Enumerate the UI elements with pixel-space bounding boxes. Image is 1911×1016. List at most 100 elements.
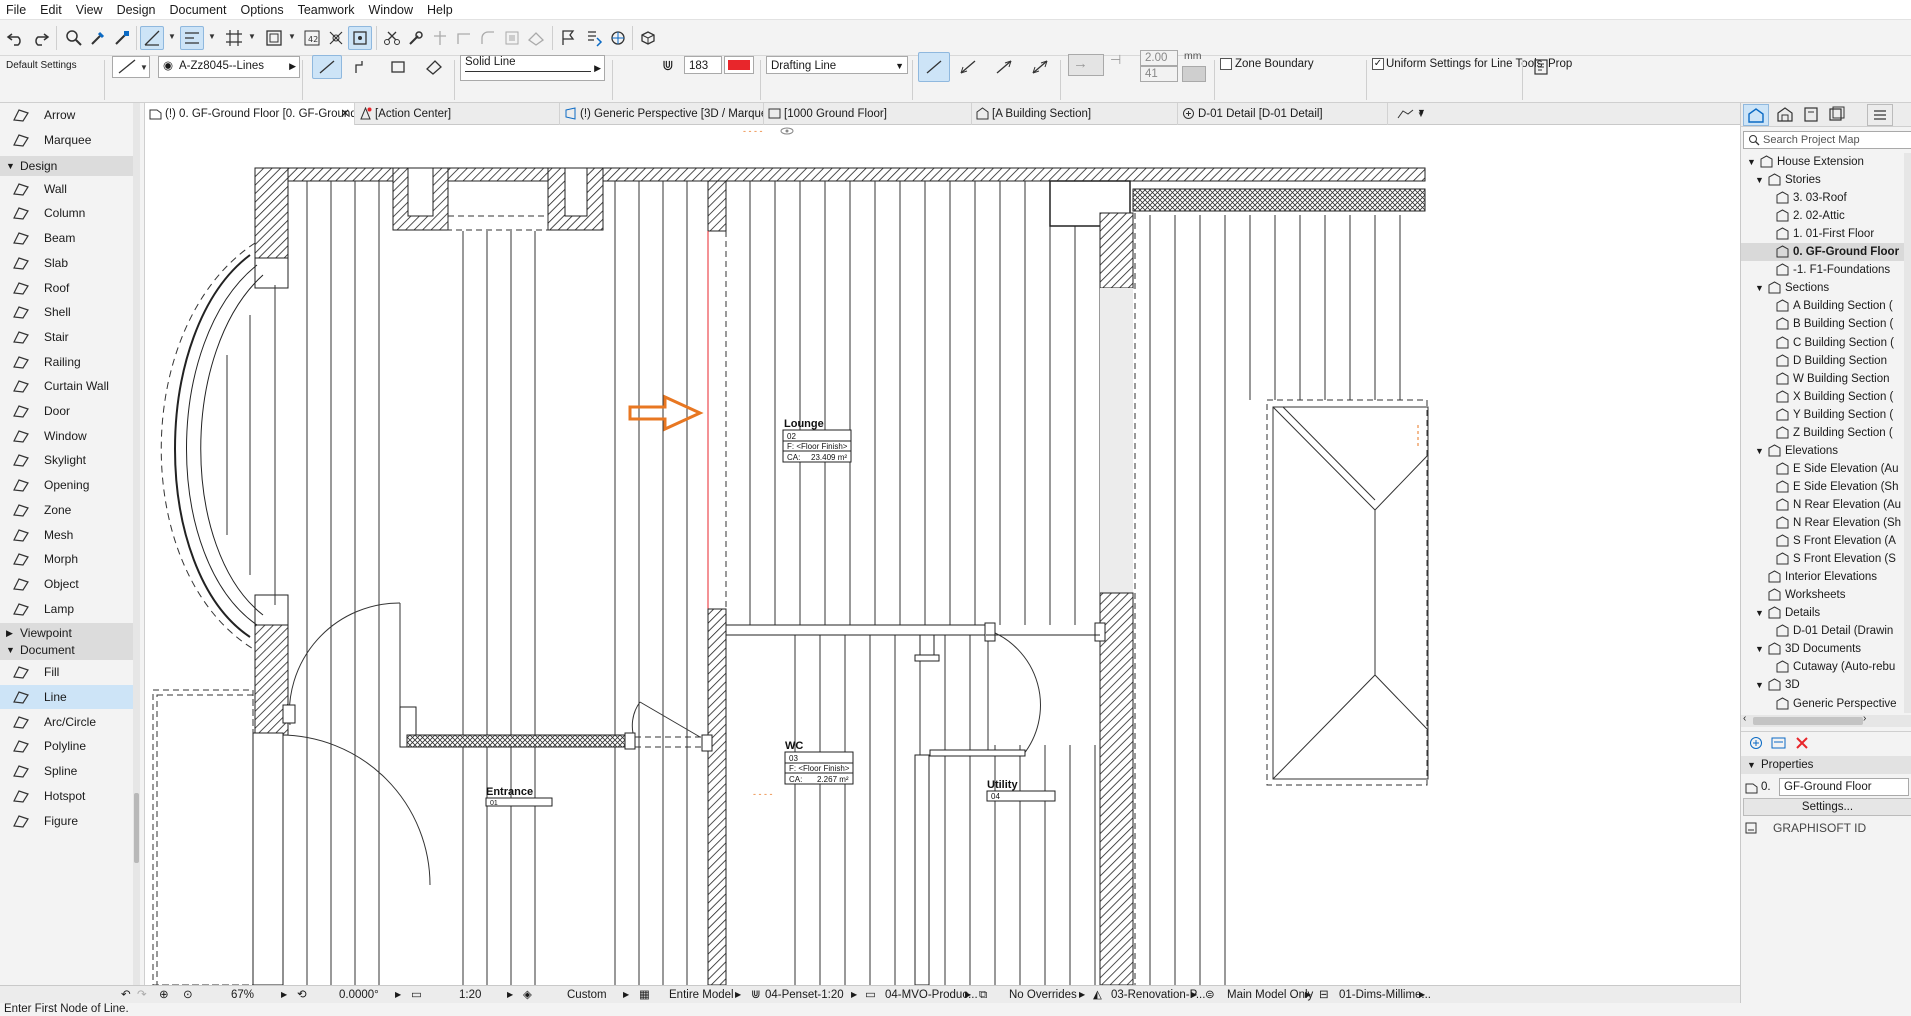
zone-boundary-checkbox[interactable] <box>1220 58 1232 70</box>
tool-hotspot[interactable]: Hotspot <box>0 784 140 809</box>
tool-lamp[interactable]: Lamp <box>0 596 140 621</box>
navigator-item[interactable]: Cutaway (Auto-rebu <box>1741 658 1911 676</box>
tab-action-center[interactable]: [Action Center] <box>355 103 560 125</box>
menu-edit[interactable]: Edit <box>33 0 69 20</box>
collapse-arrow-icon[interactable]: ▼ <box>1747 153 1756 171</box>
tab-history-button[interactable]: ▼ <box>1395 105 1435 123</box>
adjust-button[interactable] <box>404 26 428 50</box>
navigator-item[interactable]: E Side Elevation (Sh <box>1741 478 1911 496</box>
collapse-arrow-icon[interactable]: ▼ <box>1755 279 1764 297</box>
tool-arrow[interactable]: Arrow <box>0 103 140 128</box>
redo-button[interactable] <box>28 26 52 50</box>
scroll-left-arrow[interactable]: ‹ <box>1743 713 1746 724</box>
tool-curtain-wall[interactable]: Curtain Wall <box>0 374 140 399</box>
group-document[interactable]: ▼ Document <box>0 640 140 660</box>
navigator-item[interactable]: ▼ Stories <box>1741 171 1911 189</box>
tool-column[interactable]: Column <box>0 201 140 226</box>
magic-wand-button[interactable] <box>348 26 372 50</box>
tree-horizontal-scrollbar[interactable]: ‹ › <box>1741 713 1911 727</box>
split-button[interactable] <box>380 26 404 50</box>
cursor-snap-button[interactable] <box>324 26 348 50</box>
menu-view[interactable]: View <box>69 0 110 20</box>
navigator-item[interactable]: Generic Perspective <box>1741 695 1911 713</box>
clone-view-icon[interactable] <box>1771 736 1787 750</box>
group-design[interactable]: ▼ Design <box>0 156 140 177</box>
line-category-selector[interactable]: Drafting Line ▼ <box>766 56 908 74</box>
zoom-scale-button[interactable]: 42 <box>300 26 324 50</box>
menu-document[interactable]: Document <box>163 0 234 20</box>
single-line-button[interactable] <box>312 55 342 79</box>
3d-window-button[interactable] <box>636 26 660 50</box>
tab-overflow-arrow[interactable]: ▼ <box>1417 107 1426 117</box>
angle-dropdown-arrow[interactable]: ▶ <box>395 986 401 1004</box>
zone-stamp-wc[interactable]: WC 03 F: <Floor Finish> CA: 2.267 m² <box>784 740 854 785</box>
menu-teamwork[interactable]: Teamwork <box>291 0 362 20</box>
navigator-item[interactable]: ▼ 3D Documents <box>1741 640 1911 658</box>
navigator-item[interactable]: N Rear Elevation (Sh <box>1741 514 1911 532</box>
undo-view-icon[interactable]: ↶ <box>121 986 131 1004</box>
collapse-arrow-icon[interactable]: ▼ <box>1755 442 1764 460</box>
tool-stair[interactable]: Stair <box>0 325 140 350</box>
tool-railing[interactable]: Railing <box>0 349 140 374</box>
menu-window[interactable]: Window <box>362 0 420 20</box>
navigator-item[interactable]: A Building Section ( <box>1741 297 1911 315</box>
navigator-item[interactable]: 0. GF-Ground Floor <box>1741 243 1911 262</box>
tool-zone[interactable]: Zone <box>0 498 140 523</box>
navigator-item[interactable]: E Side Elevation (Au <box>1741 460 1911 478</box>
navigator-item[interactable]: -1. F1-Foundations <box>1741 261 1911 279</box>
uniform-settings-checkbox[interactable]: ✓ <box>1372 58 1384 70</box>
properties-header[interactable]: ▼ Properties <box>1741 756 1911 774</box>
navigator-item[interactable]: X Building Section ( <box>1741 388 1911 406</box>
floor-plan-canvas[interactable]: - - - - Lounge 02 F: <Floor Finish> CA: … <box>145 125 1740 985</box>
arrow-end-button[interactable] <box>992 55 1016 79</box>
schedule-button[interactable] <box>582 26 606 50</box>
flag-button[interactable] <box>556 26 580 50</box>
zone-stamp-entrance[interactable]: Entrance 01 <box>485 786 553 807</box>
collapse-arrow-icon[interactable]: ▼ <box>1755 676 1764 694</box>
tool-line[interactable]: Line <box>0 684 140 710</box>
navigator-item[interactable]: ▼ 3D <box>1741 676 1911 694</box>
tab-1000-ground-floor[interactable]: [1000 Ground Floor] <box>764 103 972 125</box>
tool-shell[interactable]: Shell <box>0 300 140 325</box>
chained-line-button[interactable] <box>350 55 374 79</box>
navigator-menu-button[interactable] <box>1867 104 1893 126</box>
grid-dropdown-arrow[interactable]: ▼ <box>248 32 256 42</box>
drawing-scale[interactable]: 1:20 <box>459 986 481 1004</box>
design-options-dropdown-arrow[interactable]: ▶ <box>1305 986 1311 1004</box>
pick-up-parameters-button[interactable] <box>86 26 110 50</box>
groups-dropdown-arrow[interactable]: ▼ <box>288 32 296 42</box>
publisher-button[interactable] <box>606 26 630 50</box>
model-view-filter[interactable]: Entire Model <box>669 986 734 1004</box>
find-select-button[interactable] <box>62 26 86 50</box>
mvo-dropdown-arrow[interactable]: ▶ <box>965 986 971 1004</box>
navigator-item[interactable]: Worksheets <box>1741 586 1911 604</box>
model-view-options[interactable]: 04-MVO-Produc... <box>885 986 978 1004</box>
inject-parameters-button[interactable] <box>110 26 134 50</box>
view-angle[interactable]: 0.0000° <box>339 986 379 1004</box>
penset[interactable]: 04-Penset-1:20 <box>765 986 844 1004</box>
horizontal-scroll-thumb[interactable] <box>1753 717 1863 725</box>
tool-morph[interactable]: Morph <box>0 547 140 572</box>
rotate-view-icon[interactable]: ⟲ <box>297 986 307 1004</box>
menu-file[interactable]: File <box>0 0 33 20</box>
dimension-standard[interactable]: 01-Dims-Millime... <box>1339 986 1431 1004</box>
pen-number-field[interactable]: 183 <box>684 56 722 74</box>
zoom-level[interactable]: 67% <box>231 986 254 1004</box>
renovation-dropdown-arrow[interactable]: ▶ <box>1191 986 1197 1004</box>
navigator-item[interactable]: S Front Elevation (A <box>1741 532 1911 550</box>
line-type-selector[interactable]: Solid Line ▶ <box>460 55 605 81</box>
navigator-item[interactable]: ▼ Elevations <box>1741 442 1911 460</box>
toolbox-scroll-thumb[interactable] <box>134 793 139 863</box>
tool-roof[interactable]: Roof <box>0 275 140 300</box>
menu-options[interactable]: Options <box>233 0 290 20</box>
navigator-item[interactable]: B Building Section ( <box>1741 315 1911 333</box>
penset-dropdown-arrow[interactable]: ▶ <box>851 986 857 1004</box>
navigator-item[interactable]: W Building Section <box>1741 370 1911 388</box>
tool-wall[interactable]: Wall <box>0 176 140 201</box>
zoom-in-icon[interactable]: ⊕ <box>159 986 169 1004</box>
graphic-overrides[interactable]: No Overrides <box>1009 986 1077 1004</box>
scroll-right-arrow[interactable]: › <box>1863 713 1866 724</box>
arrow-both-button[interactable] <box>1028 55 1052 79</box>
pen-color-swatch[interactable] <box>724 56 754 74</box>
close-icon[interactable]: ✕ <box>340 103 350 125</box>
